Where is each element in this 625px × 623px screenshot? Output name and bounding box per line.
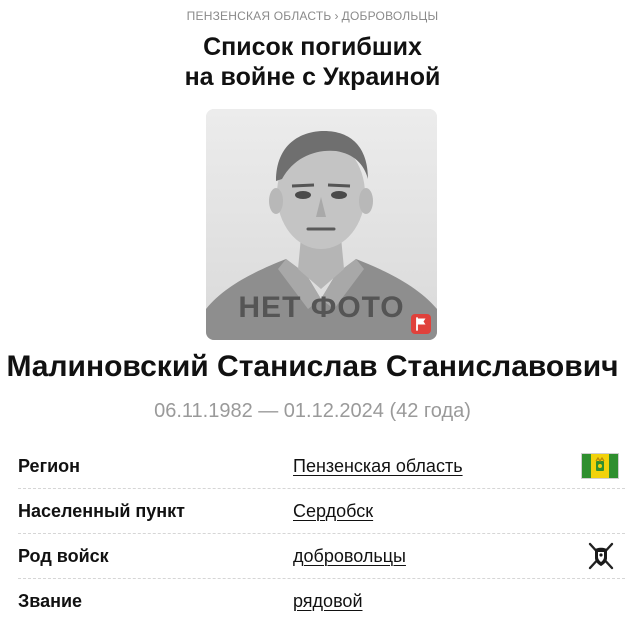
region-link[interactable]: Пензенская область	[293, 456, 463, 477]
flag-icon[interactable]	[411, 314, 431, 334]
breadcrumb-region-link[interactable]: ПЕНЗЕНСКАЯ ОБЛАСТЬ	[187, 9, 332, 23]
page-title-line-1: Список погибших	[203, 33, 422, 61]
breadcrumb-category-link[interactable]: ДОБРОВОЛЬЦЫ	[342, 9, 439, 23]
person-photo-placeholder: НЕТ ФОТО	[206, 109, 437, 340]
rank-link[interactable]: рядовой	[293, 591, 363, 612]
breadcrumb: ПЕНЗЕНСКАЯ ОБЛАСТЬ › ДОБРОВОЛЬЦЫ	[0, 9, 625, 23]
details-label: Род войск	[18, 546, 109, 566]
page-title-line-2: на войне с Украиной	[184, 63, 441, 91]
details-label: Регион	[18, 456, 80, 476]
details-row-region: Регион Пензенская область	[18, 444, 625, 489]
volunteer-emblem-icon	[586, 541, 616, 576]
breadcrumb-separator: ›	[334, 9, 339, 23]
details-row-branch: Род войск добровольцы	[18, 534, 625, 579]
details-label: Звание	[18, 591, 83, 611]
branch-link[interactable]: добровольцы	[293, 546, 406, 567]
person-name: Малиновский Станислав Станиславович	[6, 350, 619, 383]
details-row-settlement: Населенный пункт Сердобск	[18, 489, 625, 534]
details-table: Регион Пензенская область Населенный пун…	[18, 444, 625, 623]
life-dates: 06.11.1982 — 01.12.2024 (42 года)	[154, 400, 471, 422]
details-label: Населенный пункт	[18, 501, 186, 521]
region-flag-icon	[581, 453, 619, 484]
details-row-rank: Звание рядовой	[18, 579, 625, 623]
no-photo-label: НЕТ ФОТО	[238, 291, 405, 324]
settlement-link[interactable]: Сердобск	[293, 501, 373, 522]
page-title: Список погибших на войне с Украиной	[0, 32, 625, 92]
